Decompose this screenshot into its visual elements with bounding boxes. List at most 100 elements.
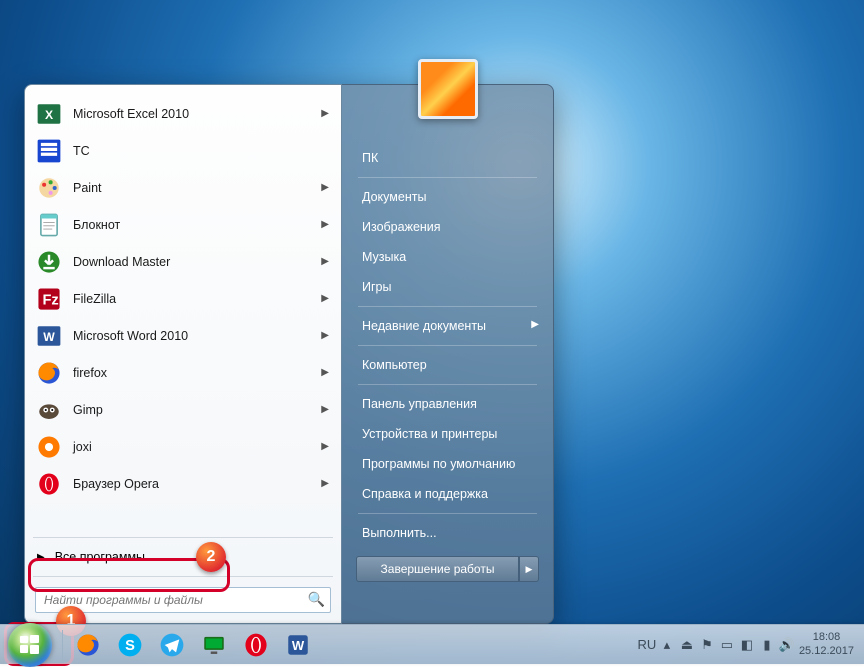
divider bbox=[33, 576, 333, 577]
tray-eject-icon[interactable]: ⏏ bbox=[679, 637, 695, 653]
program-label: Gimp bbox=[73, 403, 103, 417]
program-item-paint[interactable]: Paint ▶ bbox=[27, 169, 339, 206]
program-item-filezilla[interactable]: Fz FileZilla ▶ bbox=[27, 280, 339, 317]
right-panel-item[interactable]: Игры bbox=[344, 272, 551, 302]
svg-text:W: W bbox=[43, 329, 55, 343]
user-picture[interactable] bbox=[418, 59, 478, 119]
shutdown-options-button[interactable]: ▶ bbox=[519, 556, 539, 582]
right-panel-item[interactable]: Изображения bbox=[344, 212, 551, 242]
submenu-arrow-icon: ▶ bbox=[321, 330, 329, 341]
program-label: Download Master bbox=[73, 255, 170, 269]
program-label: TC bbox=[73, 144, 90, 158]
submenu-arrow-icon: ▶ bbox=[321, 367, 329, 378]
right-panel-item[interactable]: Справка и поддержка bbox=[344, 479, 551, 509]
program-item-gimp[interactable]: Gimp ▶ bbox=[27, 391, 339, 428]
program-label: Microsoft Word 2010 bbox=[73, 329, 188, 343]
right-panel-item[interactable]: Музыка bbox=[344, 242, 551, 272]
taskbar-app-opera[interactable] bbox=[236, 625, 276, 665]
separator bbox=[62, 630, 63, 660]
submenu-arrow-icon: ▶ bbox=[531, 319, 539, 330]
tray-network-icon[interactable]: ▮ bbox=[759, 637, 775, 653]
right-panel-item[interactable]: Документы bbox=[344, 182, 551, 212]
svg-text:W: W bbox=[292, 637, 305, 652]
dmaster-icon bbox=[35, 248, 63, 276]
program-label: joxi bbox=[73, 440, 92, 454]
separator bbox=[358, 177, 537, 178]
system-tray: RU ▴ ⏏ ⚑ ▭ ◧ ▮ 🔊 18:08 25.12.2017 bbox=[639, 631, 864, 657]
notepad-icon bbox=[35, 211, 63, 239]
taskbar: S W RU ▴ ⏏ ⚑ ▭ ◧ ▮ 🔊 18:08 25.12.2017 bbox=[0, 624, 864, 664]
submenu-arrow-icon: ▶ bbox=[321, 108, 329, 119]
program-item-firefox[interactable]: firefox ▶ bbox=[27, 354, 339, 391]
right-panel-item[interactable]: Устройства и принтеры bbox=[344, 419, 551, 449]
program-item-dmaster[interactable]: Download Master ▶ bbox=[27, 243, 339, 280]
submenu-arrow-icon: ▶ bbox=[321, 219, 329, 230]
right-panel-item[interactable]: Недавние документы▶ bbox=[344, 311, 551, 341]
excel-icon: X bbox=[35, 100, 63, 128]
program-item-excel[interactable]: X Microsoft Excel 2010 ▶ bbox=[27, 95, 339, 132]
search-icon: 🔍 bbox=[308, 591, 325, 608]
submenu-arrow-icon: ▶ bbox=[321, 256, 329, 267]
svg-text:S: S bbox=[125, 637, 135, 653]
taskbar-app-skype[interactable]: S bbox=[110, 625, 150, 665]
program-label: Блокнот bbox=[73, 218, 120, 232]
triangle-right-icon: ▶ bbox=[37, 552, 45, 563]
tray-app-icon[interactable]: ◧ bbox=[739, 637, 755, 653]
word-icon: W bbox=[35, 322, 63, 350]
tray-chevron-icon[interactable]: ▴ bbox=[659, 637, 675, 653]
taskbar-app-telegram[interactable] bbox=[152, 625, 192, 665]
separator bbox=[358, 345, 537, 346]
right-panel-item[interactable]: Выполнить... bbox=[344, 518, 551, 548]
program-item-word[interactable]: W Microsoft Word 2010 ▶ bbox=[27, 317, 339, 354]
program-label: Браузер Opera bbox=[73, 477, 159, 491]
divider bbox=[33, 537, 333, 538]
program-list: XMicrosoft Excel 2010▶TCPaint▶Блокнот▶Do… bbox=[27, 95, 339, 533]
all-programs-label: Все программы bbox=[55, 550, 145, 564]
filezilla-icon: Fz bbox=[35, 285, 63, 313]
paint-icon bbox=[35, 174, 63, 202]
program-item-joxi[interactable]: joxi▶ bbox=[27, 428, 339, 465]
submenu-arrow-icon: ▶ bbox=[321, 182, 329, 193]
clock-time: 18:08 bbox=[799, 631, 854, 644]
submenu-arrow-icon: ▶ bbox=[321, 293, 329, 304]
tray-volume-icon[interactable]: 🔊 bbox=[779, 637, 795, 653]
taskbar-app-word[interactable]: W bbox=[278, 625, 318, 665]
start-button[interactable] bbox=[8, 623, 52, 667]
clock[interactable]: 18:08 25.12.2017 bbox=[799, 631, 854, 657]
tc-icon bbox=[35, 137, 63, 165]
language-indicator[interactable]: RU bbox=[639, 637, 655, 653]
opera-icon bbox=[35, 470, 63, 498]
firefox-icon bbox=[35, 359, 63, 387]
separator bbox=[358, 513, 537, 514]
taskbar-app-firefox[interactable] bbox=[68, 625, 108, 665]
program-item-tc[interactable]: TC bbox=[27, 132, 339, 169]
right-panel-item[interactable]: Панель управления bbox=[344, 389, 551, 419]
user-name-item[interactable]: ПК bbox=[344, 143, 551, 173]
start-menu-left-pane: XMicrosoft Excel 2010▶TCPaint▶Блокнот▶Do… bbox=[24, 84, 342, 624]
program-label: FileZilla bbox=[73, 292, 116, 306]
all-programs-button[interactable]: ▶ Все программы bbox=[27, 542, 339, 572]
start-menu: XMicrosoft Excel 2010▶TCPaint▶Блокнот▶Do… bbox=[24, 84, 554, 624]
tray-display-icon[interactable]: ▭ bbox=[719, 637, 735, 653]
separator bbox=[358, 384, 537, 385]
svg-text:X: X bbox=[45, 107, 54, 121]
right-panel-item[interactable]: Компьютер bbox=[344, 350, 551, 380]
annotation-badge-2: 2 bbox=[196, 542, 226, 572]
shutdown-button-group: Завершение работы ▶ bbox=[356, 556, 539, 582]
shutdown-button[interactable]: Завершение работы bbox=[356, 556, 519, 582]
joxi-icon bbox=[35, 433, 63, 461]
right-panel-item[interactable]: Программы по умолчанию bbox=[344, 449, 551, 479]
tray-flag-icon[interactable]: ⚑ bbox=[699, 637, 715, 653]
svg-text:Fz: Fz bbox=[43, 292, 59, 308]
program-item-notepad[interactable]: Блокнот ▶ bbox=[27, 206, 339, 243]
separator bbox=[358, 306, 537, 307]
program-label: firefox bbox=[73, 366, 107, 380]
taskbar-app-monitor[interactable] bbox=[194, 625, 234, 665]
gimp-icon bbox=[35, 396, 63, 424]
program-label: Paint bbox=[73, 181, 102, 195]
clock-date: 25.12.2017 bbox=[799, 645, 854, 658]
submenu-arrow-icon: ▶ bbox=[321, 404, 329, 415]
start-menu-right-pane: ПК ДокументыИзображенияМузыкаИгры Недавние… bbox=[342, 84, 554, 624]
program-label: Microsoft Excel 2010 bbox=[73, 107, 189, 121]
program-item-opera[interactable]: Браузер Opera▶ bbox=[27, 465, 339, 502]
